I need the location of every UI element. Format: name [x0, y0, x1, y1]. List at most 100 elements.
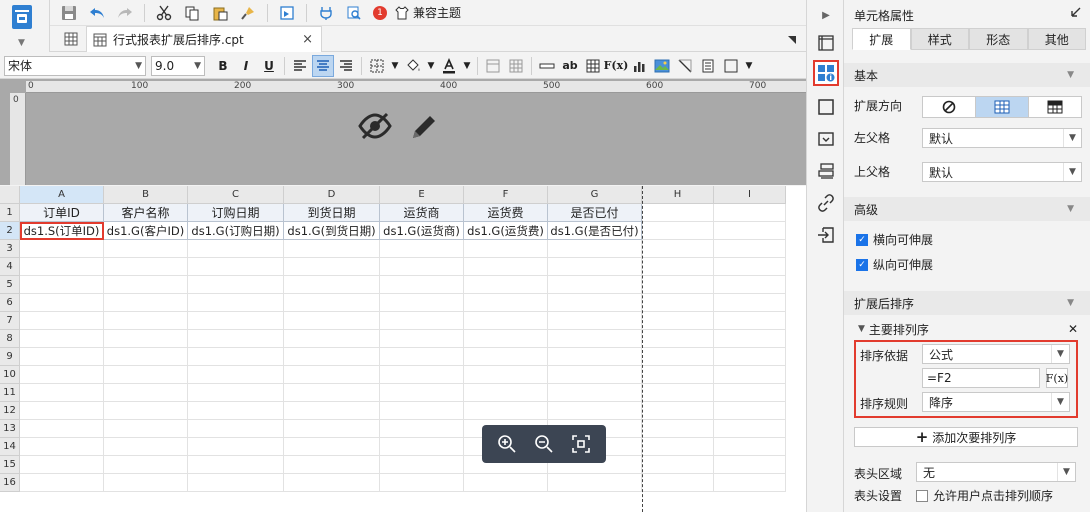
diagonal-line-button[interactable]: [674, 55, 696, 77]
cell-properties-button[interactable]: [813, 60, 839, 86]
expand-horizontal-button[interactable]: [1029, 97, 1081, 117]
empty-cell[interactable]: [714, 420, 786, 438]
tab-style[interactable]: 样式: [910, 28, 969, 50]
undo-button[interactable]: [84, 1, 110, 25]
more-options-button[interactable]: [720, 55, 742, 77]
data-cell[interactable]: ds1.G(运货费): [464, 222, 548, 240]
column-header-h[interactable]: H: [642, 186, 714, 204]
empty-cell[interactable]: [284, 456, 380, 474]
empty-cell[interactable]: [642, 276, 714, 294]
header-cell[interactable]: 到货日期: [284, 204, 380, 222]
empty-cell[interactable]: [20, 240, 104, 258]
left-parent-select[interactable]: 默认 ▼: [922, 128, 1082, 148]
copy-button[interactable]: [179, 1, 205, 25]
insert-chart-button[interactable]: [628, 55, 650, 77]
empty-cell[interactable]: [714, 312, 786, 330]
empty-cell[interactable]: [548, 240, 642, 258]
empty-cell[interactable]: [464, 294, 548, 312]
primary-sort-header[interactable]: ▼ 主要排列序 ✕: [852, 320, 1084, 338]
italic-button[interactable]: I: [235, 55, 257, 77]
empty-cell[interactable]: [104, 402, 188, 420]
empty-cell[interactable]: [104, 456, 188, 474]
row-header[interactable]: 6: [0, 294, 20, 312]
header-cell[interactable]: 运货商: [380, 204, 464, 222]
empty-cell[interactable]: [714, 474, 786, 492]
empty-cell[interactable]: [20, 312, 104, 330]
empty-cell[interactable]: [20, 438, 104, 456]
empty-cell[interactable]: [548, 402, 642, 420]
row-header[interactable]: 4: [0, 258, 20, 276]
empty-cell[interactable]: [714, 384, 786, 402]
align-right-button[interactable]: [335, 55, 357, 77]
empty-cell[interactable]: [464, 384, 548, 402]
empty-cell[interactable]: [464, 276, 548, 294]
empty-cell[interactable]: [284, 294, 380, 312]
empty-cell[interactable]: [188, 474, 284, 492]
header-cell[interactable]: 订购日期: [188, 204, 284, 222]
row-header[interactable]: 5: [0, 276, 20, 294]
font-family-select[interactable]: 宋体 ▼: [4, 55, 146, 76]
chevron-down-icon[interactable]: ▼: [743, 55, 755, 77]
section-sort-after-expand[interactable]: 扩展后排序 ▼: [844, 291, 1090, 315]
column-header-a[interactable]: A: [20, 186, 104, 204]
collapse-panel-button[interactable]: ▶: [813, 2, 839, 28]
sort-rule-select[interactable]: 降序 ▼: [922, 392, 1070, 412]
empty-cell[interactable]: [464, 348, 548, 366]
tab-form[interactable]: 形态: [969, 28, 1028, 50]
corner-arrow-icon[interactable]: [786, 34, 798, 46]
empty-cell[interactable]: [380, 420, 464, 438]
tab-other[interactable]: 其他: [1027, 28, 1086, 50]
formula-editor-button[interactable]: F(x): [1046, 368, 1068, 388]
empty-cell[interactable]: [642, 258, 714, 276]
text-button[interactable]: ab: [559, 55, 581, 77]
empty-cell[interactable]: [188, 438, 284, 456]
close-icon[interactable]: ✕: [1068, 322, 1078, 336]
empty-cell[interactable]: [714, 366, 786, 384]
empty-cell[interactable]: [380, 384, 464, 402]
expand-vertical-button[interactable]: [976, 97, 1029, 117]
empty-cell[interactable]: [714, 348, 786, 366]
empty-cell[interactable]: [104, 348, 188, 366]
split-cells-button[interactable]: [505, 55, 527, 77]
font-color-button[interactable]: [438, 55, 460, 77]
empty-cell[interactable]: [548, 258, 642, 276]
empty-cell[interactable]: [104, 330, 188, 348]
column-header-f[interactable]: F: [464, 186, 548, 204]
empty-cell[interactable]: [20, 456, 104, 474]
redo-button[interactable]: [112, 1, 138, 25]
allow-click-sort-checkbox[interactable]: 允许用户点击排列顺序: [916, 487, 1053, 504]
empty-cell[interactable]: [104, 276, 188, 294]
empty-cell[interactable]: [188, 420, 284, 438]
column-header-i[interactable]: I: [714, 186, 786, 204]
empty-cell[interactable]: [104, 312, 188, 330]
row-header[interactable]: 13: [0, 420, 20, 438]
empty-cell[interactable]: [104, 474, 188, 492]
row-header[interactable]: 16: [0, 474, 20, 492]
column-header-e[interactable]: E: [380, 186, 464, 204]
empty-cell[interactable]: [714, 294, 786, 312]
empty-cell[interactable]: [642, 312, 714, 330]
align-left-button[interactable]: [289, 55, 311, 77]
formula-button[interactable]: F(x): [604, 55, 629, 77]
empty-cell[interactable]: [380, 258, 464, 276]
empty-cell[interactable]: [188, 276, 284, 294]
header-cell[interactable]: 运货费: [464, 204, 548, 222]
header-cell[interactable]: 订单ID: [20, 204, 104, 222]
empty-cell[interactable]: [188, 330, 284, 348]
fill-color-button[interactable]: [402, 55, 424, 77]
empty-cell[interactable]: [284, 348, 380, 366]
empty-cell[interactable]: [380, 402, 464, 420]
empty-cell[interactable]: [284, 384, 380, 402]
border-button[interactable]: [366, 55, 388, 77]
empty-cell[interactable]: [548, 312, 642, 330]
empty-cell[interactable]: [188, 384, 284, 402]
empty-cell[interactable]: [188, 348, 284, 366]
empty-cell[interactable]: [188, 456, 284, 474]
empty-cell[interactable]: [642, 402, 714, 420]
empty-cell[interactable]: [642, 294, 714, 312]
empty-cell[interactable]: [548, 348, 642, 366]
empty-cell[interactable]: [464, 330, 548, 348]
empty-cell[interactable]: [284, 474, 380, 492]
empty-cell[interactable]: [380, 240, 464, 258]
bold-button[interactable]: B: [212, 55, 234, 77]
